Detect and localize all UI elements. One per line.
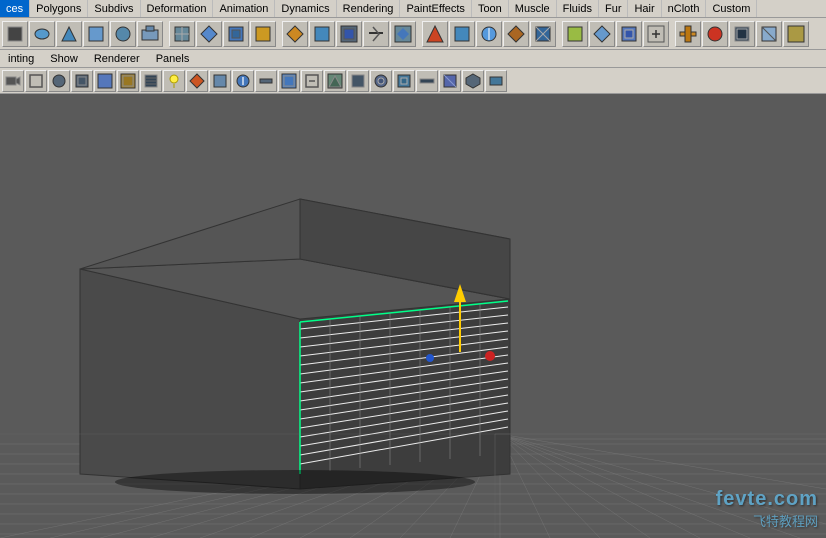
toolbar-btn-7[interactable] [169, 21, 195, 47]
tb2-btn-13[interactable] [278, 70, 300, 92]
tb2-btn-22[interactable] [485, 70, 507, 92]
tb2-btn-21[interactable] [462, 70, 484, 92]
tb2-btn-15[interactable] [324, 70, 346, 92]
tb2-btn-17[interactable] [370, 70, 392, 92]
menu-rendering[interactable]: Rendering [337, 0, 401, 17]
menu-custom[interactable]: Custom [706, 0, 757, 17]
tb2-btn-20[interactable] [439, 70, 461, 92]
menu-inting[interactable]: inting [0, 52, 42, 66]
toolbar-btn-29[interactable] [783, 21, 809, 47]
tb2-btn-14[interactable] [301, 70, 323, 92]
toolbar-btn-5[interactable] [110, 21, 136, 47]
menu-fluids[interactable]: Fluids [557, 0, 599, 17]
toolbar-btn-14[interactable] [363, 21, 389, 47]
toolbar-btn-23[interactable] [616, 21, 642, 47]
menu-polygons[interactable]: Polygons [30, 0, 88, 17]
main-menu-bar: ces Polygons Subdivs Deformation Animati… [0, 0, 826, 18]
toolbar-btn-9[interactable] [223, 21, 249, 47]
3d-viewport[interactable]: fevte.com 飞特教程网 [0, 94, 826, 538]
menu-ces[interactable]: ces [0, 0, 30, 17]
menu-show[interactable]: Show [42, 52, 86, 66]
tb2-btn-light[interactable] [163, 70, 185, 92]
toolbar-btn-2[interactable] [29, 21, 55, 47]
menu-hair[interactable]: Hair [628, 0, 661, 17]
toolbar-btn-17[interactable] [449, 21, 475, 47]
toolbar-btn-12[interactable] [309, 21, 335, 47]
menu-painteffects[interactable]: PaintEffects [400, 0, 472, 17]
toolbar-btn-16[interactable] [422, 21, 448, 47]
tb2-btn-11[interactable] [232, 70, 254, 92]
tb2-btn-3[interactable] [48, 70, 70, 92]
watermark-english: fevte.com [716, 488, 818, 511]
toolbar-btn-1[interactable] [2, 21, 28, 47]
tb2-btn-9[interactable] [186, 70, 208, 92]
toolbar-btn-15[interactable] [390, 21, 416, 47]
toolbar-btn-8[interactable] [196, 21, 222, 47]
scene-svg [0, 94, 826, 538]
toolbar-btn-20[interactable] [530, 21, 556, 47]
toolbar-btn-24[interactable] [643, 21, 669, 47]
tb2-btn-camera[interactable] [2, 70, 24, 92]
toolbar-btn-27[interactable] [729, 21, 755, 47]
watermark: fevte.com 飞特教程网 [716, 488, 818, 530]
menu-deformation[interactable]: Deformation [141, 0, 214, 17]
toolbar-btn-25[interactable] [675, 21, 701, 47]
tb2-btn-12[interactable] [255, 70, 277, 92]
toolbar-btn-28[interactable] [756, 21, 782, 47]
toolbar-btn-22[interactable] [589, 21, 615, 47]
menu-muscle[interactable]: Muscle [509, 0, 557, 17]
tb2-btn-4[interactable] [71, 70, 93, 92]
menu-toon[interactable]: Toon [472, 0, 509, 17]
toolbar-btn-11[interactable] [282, 21, 308, 47]
toolbar-btn-10[interactable] [250, 21, 276, 47]
toolbar-btn-18[interactable] [476, 21, 502, 47]
toolbar-btn-26[interactable] [702, 21, 728, 47]
toolbar-btn-13[interactable] [336, 21, 362, 47]
tb2-btn-10[interactable] [209, 70, 231, 92]
tb2-btn-5[interactable] [94, 70, 116, 92]
menu-ncloth[interactable]: nCloth [662, 0, 707, 17]
menu-dynamics[interactable]: Dynamics [275, 0, 336, 17]
menu-panels[interactable]: Panels [148, 52, 198, 66]
tb2-btn-16[interactable] [347, 70, 369, 92]
main-toolbar [0, 18, 826, 50]
tb2-btn-6[interactable] [117, 70, 139, 92]
viewport-toolbar [0, 68, 826, 94]
menu-subdivs[interactable]: Subdivs [88, 0, 140, 17]
toolbar-btn-19[interactable] [503, 21, 529, 47]
tb2-btn-7[interactable] [140, 70, 162, 92]
menu-renderer[interactable]: Renderer [86, 52, 148, 66]
menu-fur[interactable]: Fur [599, 0, 629, 17]
viewport-menu-bar: inting Show Renderer Panels [0, 50, 826, 68]
tb2-btn-19[interactable] [416, 70, 438, 92]
menu-animation[interactable]: Animation [213, 0, 275, 17]
tb2-btn-2[interactable] [25, 70, 47, 92]
watermark-chinese: 飞特教程网 [716, 511, 818, 530]
toolbar-btn-3[interactable] [56, 21, 82, 47]
toolbar-btn-4[interactable] [83, 21, 109, 47]
toolbar-btn-21[interactable] [562, 21, 588, 47]
toolbar-btn-6[interactable] [137, 21, 163, 47]
tb2-btn-18[interactable] [393, 70, 415, 92]
